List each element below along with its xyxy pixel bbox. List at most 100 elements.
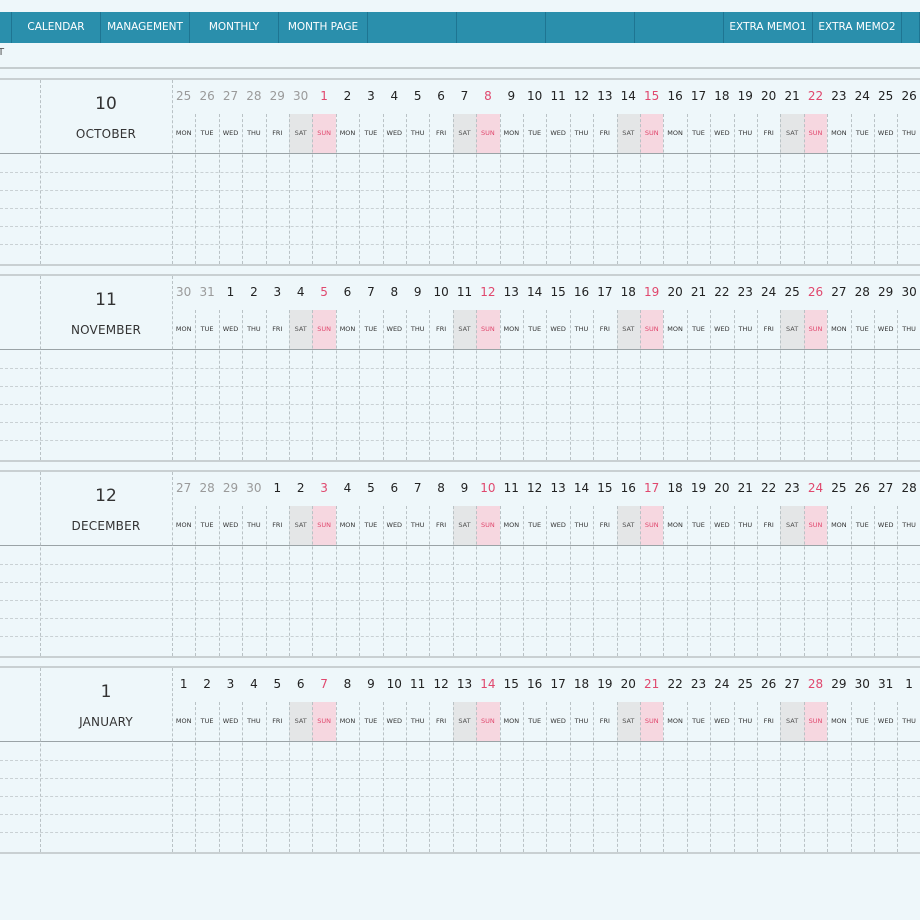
tab-blank-2[interactable]	[457, 12, 546, 43]
day-number[interactable]: 2	[336, 89, 359, 103]
day-number[interactable]: 8	[383, 285, 406, 299]
tab-management[interactable]: MANAGEMENT	[101, 12, 190, 43]
day-number[interactable]: 28	[851, 285, 874, 299]
day-number[interactable]: 26	[195, 89, 218, 103]
day-number[interactable]: 12	[523, 481, 546, 495]
day-number[interactable]: 26	[757, 677, 780, 691]
day-number[interactable]: 3	[312, 481, 335, 495]
day-number[interactable]: 29	[827, 677, 850, 691]
tab-extra-memo1[interactable]: EXTRA MEMO1	[724, 12, 813, 43]
day-number[interactable]: 8	[336, 677, 359, 691]
day-number[interactable]: 19	[734, 89, 757, 103]
day-number[interactable]: 14	[476, 677, 499, 691]
day-number[interactable]: 16	[570, 285, 593, 299]
day-number[interactable]: 27	[874, 481, 897, 495]
day-number[interactable]: 18	[710, 89, 733, 103]
day-number[interactable]: 9	[500, 89, 523, 103]
day-number[interactable]: 21	[780, 89, 803, 103]
day-number[interactable]: 2	[242, 285, 265, 299]
day-number[interactable]: 27	[780, 677, 803, 691]
day-number[interactable]: 24	[804, 481, 827, 495]
day-number[interactable]: 8	[476, 89, 499, 103]
day-number[interactable]: 5	[359, 481, 382, 495]
day-number[interactable]: 21	[687, 285, 710, 299]
day-number[interactable]: 21	[640, 677, 663, 691]
day-number[interactable]: 13	[500, 285, 523, 299]
day-number[interactable]: 25	[734, 677, 757, 691]
tab-edge[interactable]	[0, 12, 12, 43]
day-number[interactable]: 24	[757, 285, 780, 299]
day-number[interactable]: 29	[219, 481, 242, 495]
day-number[interactable]: 5	[406, 89, 429, 103]
day-number[interactable]: 15	[640, 89, 663, 103]
day-number[interactable]: 31	[195, 285, 218, 299]
day-number[interactable]: 12	[476, 285, 499, 299]
day-number[interactable]: 29	[266, 89, 289, 103]
day-number[interactable]: 19	[687, 481, 710, 495]
day-number[interactable]: 11	[453, 285, 476, 299]
day-number[interactable]: 22	[757, 481, 780, 495]
tab-blank-4[interactable]	[635, 12, 724, 43]
tab-blank-1[interactable]	[368, 12, 457, 43]
day-number[interactable]: 18	[663, 481, 686, 495]
day-number[interactable]: 10	[476, 481, 499, 495]
day-number[interactable]: 17	[640, 481, 663, 495]
day-number[interactable]: 14	[523, 285, 546, 299]
day-number[interactable]: 7	[359, 285, 382, 299]
day-number[interactable]: 16	[663, 89, 686, 103]
day-number[interactable]: 9	[359, 677, 382, 691]
day-number[interactable]: 16	[617, 481, 640, 495]
day-number[interactable]: 15	[593, 481, 616, 495]
day-number[interactable]: 3	[359, 89, 382, 103]
day-number[interactable]: 19	[593, 677, 616, 691]
tab-extra-memo2[interactable]: EXTRA MEMO2	[813, 12, 902, 43]
day-number[interactable]: 6	[383, 481, 406, 495]
tab-calendar[interactable]: CALENDAR	[12, 12, 101, 43]
day-number[interactable]: 4	[336, 481, 359, 495]
day-number[interactable]: 14	[617, 89, 640, 103]
day-number[interactable]: 10	[429, 285, 452, 299]
day-number[interactable]: 3	[219, 677, 242, 691]
day-number[interactable]: 28	[897, 481, 920, 495]
day-number[interactable]: 5	[312, 285, 335, 299]
day-number[interactable]: 29	[874, 285, 897, 299]
day-number[interactable]: 23	[687, 677, 710, 691]
day-number[interactable]: 23	[734, 285, 757, 299]
day-number[interactable]: 28	[242, 89, 265, 103]
day-number[interactable]: 21	[734, 481, 757, 495]
day-number[interactable]: 22	[804, 89, 827, 103]
day-number[interactable]: 4	[383, 89, 406, 103]
day-number[interactable]: 26	[897, 89, 920, 103]
day-number[interactable]: 28	[195, 481, 218, 495]
day-number[interactable]: 23	[827, 89, 850, 103]
day-number[interactable]: 9	[453, 481, 476, 495]
day-number[interactable]: 13	[453, 677, 476, 691]
day-number[interactable]: 27	[219, 89, 242, 103]
day-number[interactable]: 1	[897, 677, 920, 691]
day-number[interactable]: 25	[780, 285, 803, 299]
day-number[interactable]: 16	[523, 677, 546, 691]
day-number[interactable]: 25	[874, 89, 897, 103]
day-number[interactable]: 24	[710, 677, 733, 691]
day-number[interactable]: 18	[570, 677, 593, 691]
day-number[interactable]: 27	[827, 285, 850, 299]
day-number[interactable]: 7	[453, 89, 476, 103]
tab-monthly[interactable]: MONTHLY	[190, 12, 279, 43]
tab-edge-right[interactable]	[902, 12, 920, 43]
day-number[interactable]: 25	[827, 481, 850, 495]
day-number[interactable]: 10	[523, 89, 546, 103]
day-number[interactable]: 1	[266, 481, 289, 495]
day-number[interactable]: 26	[851, 481, 874, 495]
day-number[interactable]: 24	[851, 89, 874, 103]
day-number[interactable]: 6	[336, 285, 359, 299]
day-number[interactable]: 1	[172, 677, 195, 691]
tab-month-page[interactable]: MONTH PAGE	[279, 12, 368, 43]
day-number[interactable]: 4	[242, 677, 265, 691]
day-number[interactable]: 7	[312, 677, 335, 691]
day-number[interactable]: 28	[804, 677, 827, 691]
day-number[interactable]: 2	[195, 677, 218, 691]
day-number[interactable]: 6	[289, 677, 312, 691]
day-number[interactable]: 22	[663, 677, 686, 691]
day-number[interactable]: 22	[710, 285, 733, 299]
tab-blank-3[interactable]	[546, 12, 635, 43]
